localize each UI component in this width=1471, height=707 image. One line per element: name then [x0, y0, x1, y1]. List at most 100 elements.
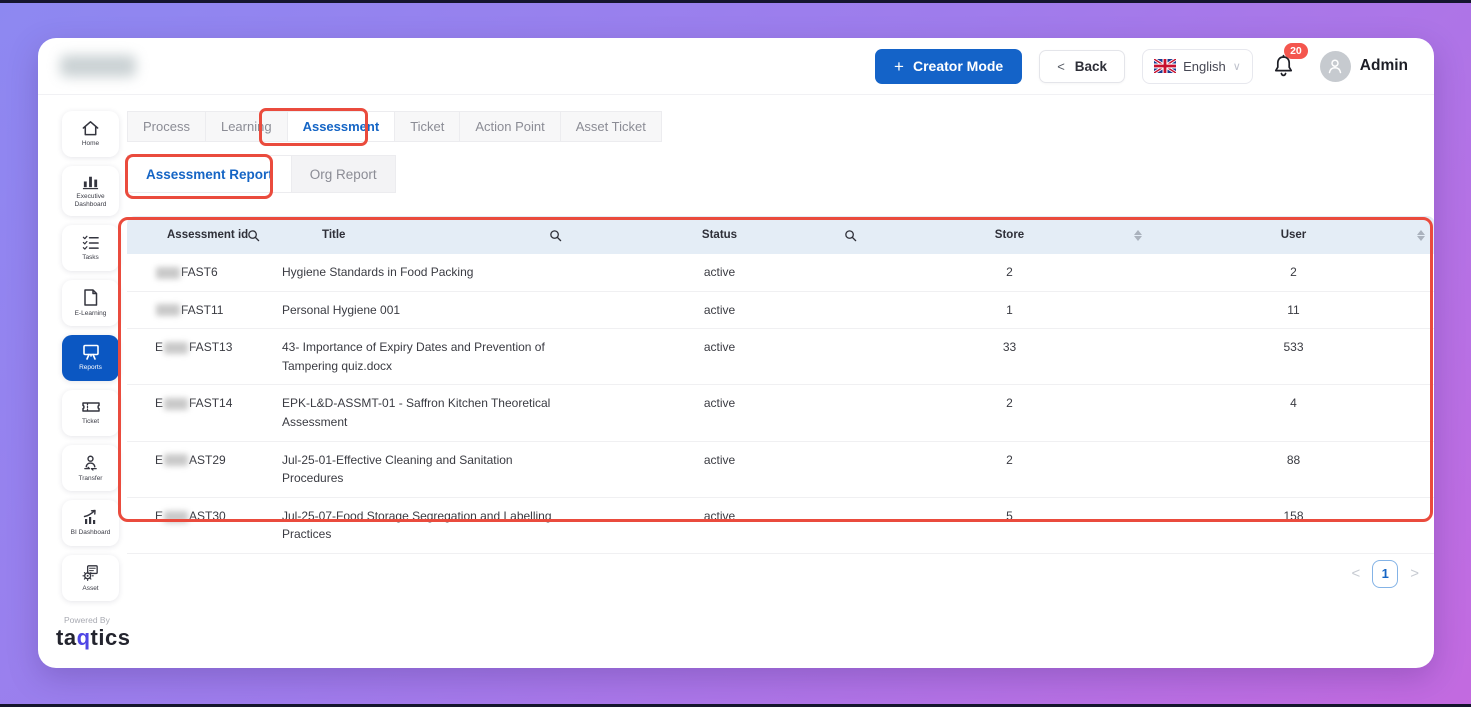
store-count: 2	[867, 254, 1152, 291]
store-count: 1	[867, 292, 1152, 329]
assessment-id: FAST14	[189, 394, 232, 413]
home-icon	[81, 119, 100, 137]
creator-mode-label: Creator Mode	[913, 58, 1003, 74]
assessment-title: Jul-25-07-Food Storage Segregation and L…	[282, 507, 554, 544]
assessment-id: AST29	[189, 451, 226, 470]
column-label: Assessment id	[167, 229, 248, 241]
notifications-button[interactable]: 20	[1272, 54, 1295, 79]
sort-icon[interactable]	[1417, 230, 1425, 241]
powered-by-block: Powered By taqtics	[62, 615, 124, 651]
pagination-prev-icon[interactable]: <	[1349, 565, 1362, 582]
assessment-id-prefix: E	[155, 338, 163, 357]
assessment-report-table: Assessment id Title Status	[127, 216, 1434, 594]
sidebar-item-ticket[interactable]: Ticket	[62, 390, 119, 436]
top-bar: + Creator Mode < Back English ∨	[38, 38, 1434, 95]
brand-accent: q	[77, 625, 91, 650]
table-row[interactable]: EAST29 Jul-25-01-Effective Cleaning and …	[127, 442, 1434, 498]
language-selector[interactable]: English ∨	[1142, 49, 1253, 84]
back-button[interactable]: < Back	[1039, 50, 1125, 83]
chevron-left-icon: <	[1057, 59, 1065, 74]
screen-top-edge	[0, 0, 1471, 3]
brand-prefix: ta	[56, 625, 77, 650]
store-count: 2	[867, 385, 1152, 440]
sidebar-item-label: Home	[82, 140, 99, 148]
subtab-org-report[interactable]: Org Report	[292, 155, 396, 193]
column-header-status[interactable]: Status	[572, 216, 867, 254]
assessment-id: AST30	[189, 507, 226, 526]
table-row[interactable]: E FAST14 EPK-L&D-ASSMT-01 - Saffron Kitch…	[127, 385, 1434, 441]
sidebar-item-bi-dashboard[interactable]: BI Dashboard	[62, 500, 119, 546]
chevron-down-icon: ∨	[1233, 60, 1241, 73]
search-icon[interactable]	[247, 229, 260, 242]
table-row[interactable]: E FAST13 43- Importance of Expiry Dates a…	[127, 329, 1434, 385]
sidebar: Home Executive Dashboard Tasks	[38, 95, 124, 668]
sidebar-item-asset[interactable]: Asset	[62, 555, 119, 601]
redacted-id-segment	[164, 454, 188, 466]
pagination-page-1[interactable]: 1	[1372, 560, 1398, 588]
redacted-id-segment	[164, 511, 188, 523]
app-logo	[60, 55, 136, 77]
tab-process[interactable]: Process	[127, 111, 206, 142]
tab-assessment[interactable]: Assessment	[288, 111, 396, 142]
search-icon[interactable]	[549, 229, 562, 242]
search-icon[interactable]	[844, 229, 857, 242]
sidebar-item-reports[interactable]: Reports	[62, 335, 119, 381]
column-label: Title	[322, 229, 345, 241]
pagination-next-icon[interactable]: >	[1408, 565, 1421, 582]
redacted-id-segment	[156, 304, 180, 316]
sidebar-item-transfer[interactable]: Transfer	[62, 445, 119, 491]
subtab-assessment-report[interactable]: Assessment Report	[127, 155, 292, 193]
tasks-icon	[81, 233, 100, 251]
table-header: Assessment id Title Status	[127, 216, 1434, 254]
tab-ticket[interactable]: Ticket	[395, 111, 460, 142]
assessment-id: FAST13	[189, 338, 232, 357]
user-name: Admin	[1360, 57, 1408, 75]
assessment-status: active	[572, 254, 867, 291]
plus-icon: +	[894, 58, 904, 75]
avatar	[1320, 51, 1351, 82]
assessment-status: active	[572, 442, 867, 497]
user-count: 2	[1152, 254, 1434, 291]
user-menu[interactable]: Admin	[1320, 51, 1408, 82]
ticket-icon	[81, 399, 101, 415]
tab-asset-ticket[interactable]: Asset Ticket	[561, 111, 662, 142]
assessment-title: EPK-L&D-ASSMT-01 - Saffron Kitchen Theor…	[282, 394, 554, 431]
sidebar-item-home[interactable]: Home	[62, 111, 119, 157]
column-header-user[interactable]: User	[1152, 216, 1434, 254]
taqtics-logo: taqtics	[56, 625, 124, 651]
user-count: 533	[1152, 329, 1434, 384]
assessment-title: 43- Importance of Expiry Dates and Preve…	[282, 338, 554, 375]
user-count: 4	[1152, 385, 1434, 440]
table-row[interactable]: EAST30 Jul-25-07-Food Storage Segregatio…	[127, 498, 1434, 554]
store-count: 2	[867, 442, 1152, 497]
column-header-store[interactable]: Store	[867, 216, 1152, 254]
assessment-id-prefix: E	[155, 394, 163, 413]
main-content: Process Learning Assessment Ticket Actio…	[124, 95, 1434, 668]
redacted-id-segment	[156, 267, 180, 279]
assessment-id: FAST6	[181, 263, 218, 282]
redacted-id-segment	[164, 398, 188, 410]
sidebar-item-executive-dashboard[interactable]: Executive Dashboard	[62, 166, 119, 216]
column-header-title[interactable]: Title	[282, 216, 572, 254]
sidebar-item-label: Tasks	[82, 254, 99, 262]
back-label: Back	[1075, 59, 1107, 74]
assessment-title: Personal Hygiene 001	[282, 301, 400, 320]
notification-badge: 20	[1284, 43, 1308, 59]
tab-action-point[interactable]: Action Point	[460, 111, 560, 142]
reports-icon	[81, 343, 101, 361]
column-header-assessment-id[interactable]: Assessment id	[127, 216, 282, 254]
sidebar-item-tasks[interactable]: Tasks	[62, 225, 119, 271]
sort-icon[interactable]	[1134, 230, 1142, 241]
transfer-icon	[81, 453, 100, 472]
table-row[interactable]: FAST11 Personal Hygiene 001 active 1 11	[127, 292, 1434, 330]
table-row[interactable]: FAST6 Hygiene Standards in Food Packing …	[127, 254, 1434, 292]
column-label: Status	[702, 229, 737, 241]
bi-dashboard-icon	[81, 508, 101, 526]
assessment-title: Jul-25-01-Effective Cleaning and Sanitat…	[282, 451, 554, 488]
assessment-status: active	[572, 498, 867, 553]
creator-mode-button[interactable]: + Creator Mode	[875, 49, 1022, 84]
tab-learning[interactable]: Learning	[206, 111, 288, 142]
sidebar-item-e-learning[interactable]: E-Learning	[62, 280, 119, 326]
sidebar-item-label: Reports	[79, 364, 102, 372]
user-count: 88	[1152, 442, 1434, 497]
